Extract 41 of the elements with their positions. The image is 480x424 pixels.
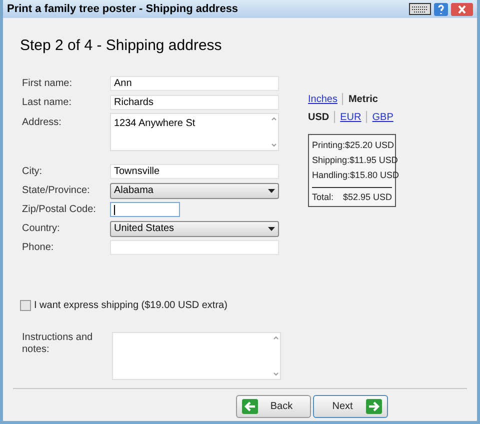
- field-label: Phone:: [22, 241, 55, 255]
- checkbox-label: I want express shipping ($19.00 USD extra): [34, 298, 228, 312]
- link[interactable]: Inches: [308, 92, 338, 106]
- input-field[interactable]: Townsville: [110, 164, 279, 179]
- right-arrow-icon: [366, 399, 382, 414]
- checkbox[interactable]: [20, 300, 31, 310]
- dropdown-arrow-icon: [268, 226, 275, 230]
- notes-field[interactable]: [112, 332, 281, 380]
- window-title: Print a family tree poster - Shipping address: [7, 2, 238, 17]
- total-label: Total:: [312, 191, 334, 203]
- close-icon[interactable]: [451, 2, 473, 16]
- dropdown-arrow-icon: [268, 188, 275, 192]
- total-amount: $52.95 USD: [342, 191, 392, 203]
- left-arrow-icon: [242, 399, 258, 414]
- field-label: Address:: [22, 116, 62, 130]
- field-label: State/Province:: [22, 184, 91, 198]
- field-label: Country:: [22, 222, 61, 236]
- field-label: Zip/Postal Code:: [22, 203, 97, 217]
- field-label: Instructions and notes:: [22, 332, 94, 357]
- input-field[interactable]: [110, 202, 180, 217]
- unit-option: USD: [308, 110, 330, 124]
- unit-option: Metric: [348, 92, 378, 106]
- field-label: Last name:: [22, 96, 72, 110]
- cost-label: Handling:: [312, 168, 350, 182]
- field-label: First name:: [22, 77, 74, 91]
- dropdown[interactable]: Alabama: [110, 182, 279, 198]
- cost-label: Printing:: [312, 138, 346, 152]
- address-field[interactable]: 1234 Anywhere St: [110, 113, 279, 151]
- link[interactable]: GBP: [372, 110, 394, 124]
- input-field[interactable]: Ann: [110, 76, 279, 91]
- input-field[interactable]: Richards: [110, 95, 279, 110]
- back-button[interactable]: Back: [236, 395, 311, 418]
- page-heading: Step 2 of 4 - Shipping address: [19, 36, 223, 56]
- keyboard-icon[interactable]: [409, 3, 431, 15]
- next-button[interactable]: Next: [313, 395, 388, 418]
- cost-label: Shipping:: [312, 154, 350, 167]
- cost-amount: $25.20 USD: [345, 138, 394, 152]
- field-label: City:: [22, 165, 43, 179]
- help-icon[interactable]: [434, 2, 448, 16]
- link[interactable]: EUR: [340, 110, 362, 124]
- dropdown[interactable]: United States: [110, 220, 279, 236]
